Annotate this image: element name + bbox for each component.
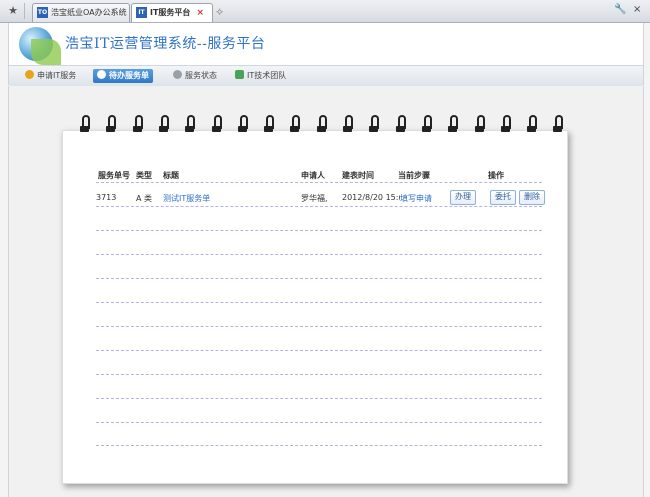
tab-label: IT服务平台 bbox=[150, 8, 191, 17]
tab-label: 浩宝纸业OA办公系统 bbox=[51, 8, 127, 17]
col-header-actions: 操作 bbox=[488, 171, 504, 180]
binding-ring bbox=[316, 115, 327, 133]
team-icon bbox=[235, 70, 244, 79]
step-link[interactable]: 填写申请 bbox=[400, 193, 432, 204]
system-title: 浩宝IT运营管理系统--服务平台 bbox=[65, 36, 266, 52]
table-row-divider bbox=[96, 230, 542, 231]
star-icon bbox=[25, 70, 34, 79]
cell-type: A 类 bbox=[136, 194, 153, 203]
table-row-divider bbox=[96, 182, 542, 183]
col-header-id: 服务单号 bbox=[98, 171, 130, 180]
table-row-divider bbox=[96, 206, 542, 207]
handle-button[interactable]: 办理 bbox=[450, 190, 476, 205]
binding-ring bbox=[553, 115, 564, 133]
app-header: 浩宝IT运营管理系统--服务平台 申请IT服务 待办服务单 服务状态 IT技术团… bbox=[8, 23, 644, 86]
new-tab-icon[interactable]: ⟡ bbox=[216, 5, 223, 19]
cell-id: 3713 bbox=[96, 193, 117, 202]
binding-ring bbox=[395, 115, 406, 133]
table-row-divider bbox=[96, 350, 542, 351]
binding-ring bbox=[527, 115, 538, 133]
table-row-divider bbox=[96, 445, 542, 446]
delete-button[interactable]: 删除 bbox=[519, 190, 545, 205]
cell-created: 2012/8/20 15:( bbox=[342, 193, 400, 202]
table-row-divider bbox=[96, 398, 542, 399]
browser-tab-bar: ★ TO 浩宝纸业OA办公系统 IT IT服务平台 × ⟡ 🔧 × bbox=[0, 0, 650, 23]
col-header-type: 类型 bbox=[136, 171, 152, 180]
table-row-divider bbox=[96, 278, 542, 279]
nav-label: 待办服务单 bbox=[109, 71, 149, 80]
nav-it-team[interactable]: IT技术团队 bbox=[231, 69, 290, 83]
table-row-divider bbox=[96, 326, 542, 327]
col-header-requester: 申请人 bbox=[301, 171, 325, 180]
favorites-star-icon[interactable]: ★ bbox=[6, 4, 20, 18]
binding-ring bbox=[158, 115, 169, 133]
binding-ring bbox=[343, 115, 353, 133]
gear-icon bbox=[173, 70, 182, 79]
close-window-icon[interactable]: × bbox=[633, 4, 641, 15]
binding-ring bbox=[264, 115, 275, 133]
binding-ring bbox=[421, 115, 432, 133]
table-row-divider bbox=[96, 302, 542, 303]
binding-ring bbox=[448, 115, 459, 133]
table-row-divider bbox=[96, 422, 542, 423]
cell-requester: 罗华福, bbox=[301, 194, 328, 203]
binding-ring bbox=[500, 115, 511, 133]
table-row-divider bbox=[96, 374, 542, 375]
clock-icon bbox=[97, 70, 106, 79]
binding-ring bbox=[211, 115, 222, 133]
tab-it-service[interactable]: IT IT服务平台 × bbox=[131, 3, 213, 22]
binding-ring bbox=[290, 115, 301, 133]
binding-ring bbox=[185, 115, 196, 133]
binding-ring bbox=[80, 115, 90, 133]
globe-logo-icon bbox=[19, 27, 61, 65]
table-row-divider bbox=[96, 254, 542, 255]
col-header-title: 标题 bbox=[163, 171, 179, 180]
nav-label: 服务状态 bbox=[185, 71, 217, 80]
col-header-created: 建表时间 bbox=[342, 171, 374, 180]
binding-ring bbox=[132, 115, 143, 133]
close-tab-icon[interactable]: × bbox=[196, 5, 204, 22]
tools-icon[interactable]: 🔧 bbox=[614, 4, 626, 15]
col-header-step: 当前步骤 bbox=[398, 171, 430, 180]
site-icon: IT bbox=[136, 7, 147, 18]
spiral-binding bbox=[72, 115, 564, 135]
nav-apply-it-service[interactable]: 申请IT服务 bbox=[21, 69, 80, 83]
ticket-title-link[interactable]: 测试IT服务单 bbox=[163, 193, 210, 204]
tab-divider bbox=[24, 3, 25, 19]
notebook-panel bbox=[62, 130, 568, 484]
delegate-button[interactable]: 委托 bbox=[490, 190, 516, 205]
binding-ring bbox=[237, 115, 248, 133]
binding-ring bbox=[474, 115, 485, 133]
main-nav: 申请IT服务 待办服务单 服务状态 IT技术团队 bbox=[9, 65, 643, 86]
nav-pending-tickets[interactable]: 待办服务单 bbox=[93, 69, 153, 83]
nav-label: 申请IT服务 bbox=[37, 71, 77, 80]
site-icon: TO bbox=[37, 7, 48, 18]
binding-ring bbox=[106, 115, 117, 133]
tab-oa-system[interactable]: TO 浩宝纸业OA办公系统 bbox=[32, 3, 130, 22]
nav-service-status[interactable]: 服务状态 bbox=[169, 69, 221, 83]
leaf-shape bbox=[31, 39, 61, 65]
binding-ring bbox=[369, 115, 380, 133]
nav-label: IT技术团队 bbox=[247, 71, 287, 80]
